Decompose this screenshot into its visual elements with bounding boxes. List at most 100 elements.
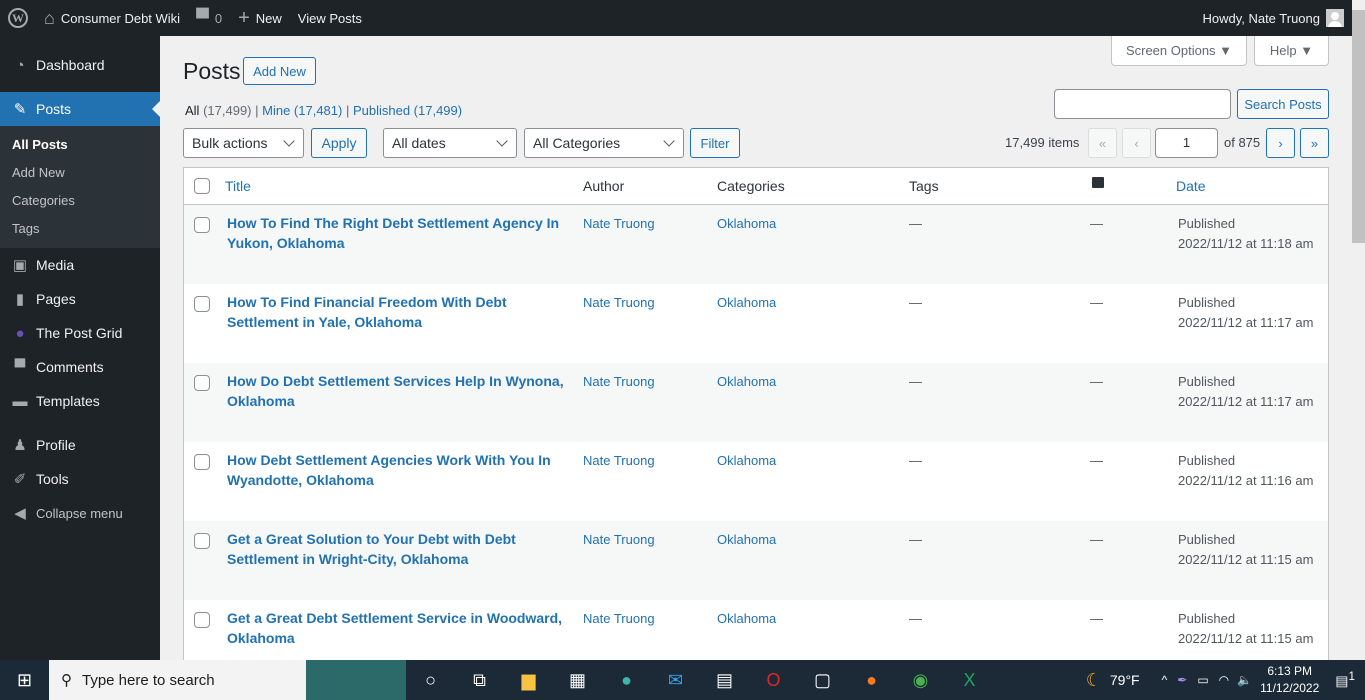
view-posts-link[interactable]: View Posts [290, 0, 370, 36]
author-link[interactable]: Nate Truong [583, 295, 655, 310]
collapse-menu[interactable]: ◀ Collapse menu [0, 496, 160, 530]
show-hidden-icons[interactable]: ^ [1162, 673, 1168, 687]
menu-templates[interactable]: ▬ Templates [0, 384, 160, 418]
comments-link[interactable]: ▀ 0 [188, 0, 230, 36]
cortana-icon[interactable]: ○ [406, 660, 455, 700]
post-title-link[interactable]: Get a Great Solution to Your Debt with D… [227, 529, 567, 569]
new-content-link[interactable]: + New [230, 0, 290, 36]
menu-comments[interactable]: ▀ Comments [0, 350, 160, 384]
submenu-all-posts[interactable]: All Posts [0, 131, 160, 159]
last-page-button[interactable]: » [1300, 128, 1329, 158]
current-page-input[interactable]: 1 [1155, 128, 1218, 158]
author-link[interactable]: Nate Truong [583, 453, 655, 468]
category-link[interactable]: Oklahoma [717, 532, 776, 547]
taskbar-search[interactable]: ⚲ Type here to search [49, 660, 306, 700]
weather-temp[interactable]: 79°F [1110, 672, 1140, 688]
menu-dashboard[interactable]: ◔ Dashboard [0, 48, 160, 82]
menu-pages[interactable]: ▮ Pages [0, 282, 160, 316]
store-icon[interactable]: ▦ [553, 660, 602, 700]
posts-submenu: All Posts Add New Categories Tags [0, 126, 160, 248]
comments-value: — [1090, 295, 1103, 310]
chrome-icon[interactable]: ◉ [896, 660, 945, 700]
pin-icon: ✎ [13, 101, 27, 118]
menu-tools[interactable]: ✐ Tools [0, 462, 160, 496]
site-name-link[interactable]: ⌂ Consumer Debt Wiki [36, 0, 188, 36]
category-link[interactable]: Oklahoma [717, 453, 776, 468]
view-published-link[interactable]: Published (17,499) [353, 103, 462, 118]
my-account-link[interactable]: Howdy, Nate Truong [1194, 0, 1352, 36]
task-view-icon[interactable]: ⧉ [455, 660, 504, 700]
author-link[interactable]: Nate Truong [583, 532, 655, 547]
submenu-categories[interactable]: Categories [0, 187, 160, 215]
author-link[interactable]: Nate Truong [583, 216, 655, 231]
post-date: 2022/11/12 at 11:18 am [1178, 236, 1314, 251]
add-new-button[interactable]: Add New [243, 57, 316, 85]
opera-icon[interactable]: O [749, 660, 798, 700]
author-link[interactable]: Nate Truong [583, 374, 655, 389]
screen-options-button[interactable]: Screen Options ▼ [1111, 36, 1247, 66]
help-button[interactable]: Help ▼ [1254, 36, 1329, 66]
file-explorer-icon[interactable]: ▆ [504, 660, 553, 700]
menu-media[interactable]: ▣ Media [0, 248, 160, 282]
post-title-link[interactable]: How To Find Financial Freedom With Debt … [227, 292, 567, 332]
calculator-icon[interactable]: ▤ [700, 660, 749, 700]
page-scrollbar[interactable] [1352, 0, 1365, 660]
category-link[interactable]: Oklahoma [717, 216, 776, 231]
row-checkbox[interactable] [194, 612, 210, 628]
bulk-actions-select[interactable]: Bulk actions [183, 128, 304, 158]
row-checkbox[interactable] [194, 375, 210, 391]
post-title-link[interactable]: How To Find The Right Debt Settlement Ag… [227, 213, 567, 253]
tags-header: Tags [909, 178, 939, 194]
select-all-checkbox[interactable] [194, 178, 210, 194]
battery-icon[interactable]: ▭ [1197, 673, 1208, 687]
menu-profile[interactable]: ♟ Profile [0, 428, 160, 462]
view-all-link[interactable]: All (17,499) [185, 103, 252, 118]
category-link[interactable]: Oklahoma [717, 611, 776, 626]
row-checkbox[interactable] [194, 296, 210, 312]
menu-posts[interactable]: ✎ Posts [0, 92, 160, 126]
app-icon[interactable]: ▢ [798, 660, 847, 700]
wifi-icon[interactable]: ◠ [1219, 673, 1229, 687]
sort-title-link[interactable]: Title [225, 178, 251, 194]
volume-icon[interactable]: 🔈 [1237, 673, 1252, 687]
post-title-link[interactable]: Get a Great Debt Settlement Service in W… [227, 608, 567, 648]
filter-button[interactable]: Filter [690, 128, 740, 158]
search-posts-input[interactable] [1054, 89, 1231, 119]
category-link[interactable]: Oklahoma [717, 295, 776, 310]
clock[interactable]: 6:13 PM 11/12/2022 [1260, 663, 1319, 697]
notifications-icon[interactable]: ▤1 [1335, 670, 1355, 690]
author-link[interactable]: Nate Truong [583, 611, 655, 626]
row-checkbox[interactable] [194, 454, 210, 470]
comments-value: — [1090, 611, 1103, 626]
firefox-icon[interactable]: ● [847, 660, 896, 700]
submenu-add-new[interactable]: Add New [0, 159, 160, 187]
table-row: How To Find Financial Freedom With Debt … [184, 284, 1328, 363]
first-page-button[interactable]: « [1088, 128, 1117, 158]
view-mine-link[interactable]: Mine (17,481) [262, 103, 342, 118]
edge-icon[interactable]: ● [602, 660, 651, 700]
scrollbar-thumb[interactable] [1352, 10, 1365, 243]
post-title-link[interactable]: How Debt Settlement Agencies Work With Y… [227, 450, 567, 490]
row-checkbox[interactable] [194, 217, 210, 233]
next-page-button[interactable]: › [1266, 128, 1295, 158]
apply-button[interactable]: Apply [311, 128, 367, 158]
row-checkbox[interactable] [194, 533, 210, 549]
start-button[interactable]: ⊞ [0, 660, 49, 700]
post-title-link[interactable]: How Do Debt Settlement Services Help In … [227, 371, 567, 411]
excel-icon[interactable]: X [945, 660, 994, 700]
category-link[interactable]: Oklahoma [717, 374, 776, 389]
plus-icon: + [238, 7, 250, 29]
categories-filter-select[interactable]: All Categories [524, 128, 684, 158]
prev-page-button[interactable]: ‹ [1122, 128, 1151, 158]
post-status: Published [1178, 374, 1236, 389]
mail-icon[interactable]: ✉ [651, 660, 700, 700]
submenu-tags[interactable]: Tags [0, 215, 160, 243]
search-posts-button[interactable]: Search Posts [1237, 89, 1329, 119]
weather-icon[interactable]: ☾ [1086, 670, 1102, 691]
wp-logo-menu[interactable]: W [0, 0, 36, 36]
pen-icon[interactable]: ✒ [1177, 673, 1187, 687]
menu-post-grid[interactable]: ● The Post Grid [0, 316, 160, 350]
sort-date-link[interactable]: Date [1176, 178, 1206, 194]
system-tray: ☾ 79°F ^ ✒ ▭ ◠ 🔈 6:13 PM 11/12/2022 ▤1 [1086, 660, 1365, 700]
dates-filter-select[interactable]: All dates [383, 128, 517, 158]
